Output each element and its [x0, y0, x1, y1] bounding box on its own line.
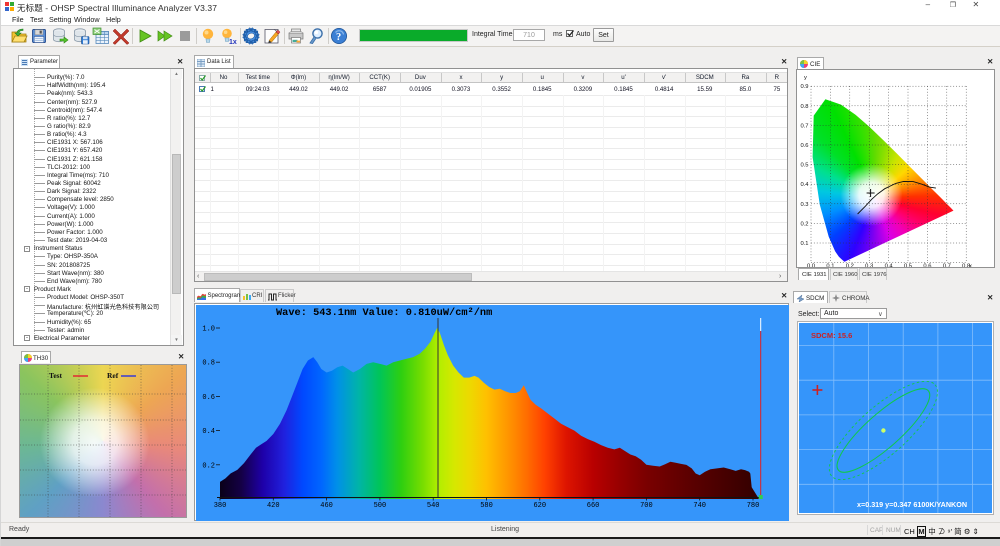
svg-text:0.2: 0.2 [846, 264, 854, 268]
svg-text:0.1: 0.1 [800, 241, 808, 247]
svg-text:0.2: 0.2 [202, 462, 215, 470]
svg-text:0.3: 0.3 [865, 264, 873, 268]
svg-text:700: 700 [640, 502, 653, 510]
svg-text:0.8: 0.8 [202, 360, 215, 368]
svg-text:x=0.319 y=0.347 6100K/YANKON: x=0.319 y=0.347 6100K/YANKON [857, 500, 967, 509]
svg-text:0.6: 0.6 [202, 394, 215, 402]
svg-text:0.3: 0.3 [800, 202, 808, 208]
svg-text:0.7: 0.7 [943, 264, 951, 268]
svg-text:1x: 1x [229, 39, 237, 45]
svg-text:1.0: 1.0 [202, 326, 215, 334]
svg-text:Wave: 543.1nm Value: 0.810uW/c: Wave: 543.1nm Value: 0.810uW/cm²/nm [276, 307, 492, 319]
svg-text:?: ? [336, 32, 341, 43]
svg-text:0.4: 0.4 [202, 428, 215, 436]
svg-text:0.4: 0.4 [885, 264, 894, 268]
svg-text:Ref: Ref [107, 371, 119, 380]
svg-text:740: 740 [693, 502, 706, 510]
svg-text:0.6: 0.6 [800, 143, 808, 149]
svg-text:y: y [804, 75, 807, 81]
svg-text:540: 540 [427, 502, 440, 510]
svg-text:0.2: 0.2 [800, 221, 808, 227]
svg-text:580: 580 [480, 502, 493, 510]
svg-text:0.5: 0.5 [904, 264, 912, 268]
svg-text:660: 660 [587, 502, 600, 510]
svg-text:Test: Test [49, 371, 63, 380]
svg-text:0.4: 0.4 [800, 182, 809, 188]
svg-text:0.0: 0.0 [807, 264, 815, 268]
svg-text:460: 460 [320, 502, 333, 510]
svg-text:0.6: 0.6 [923, 264, 931, 268]
svg-text:x: x [969, 264, 972, 268]
svg-text:0.1: 0.1 [826, 264, 834, 268]
svg-text:620: 620 [533, 502, 546, 510]
svg-text:0.7: 0.7 [800, 123, 808, 129]
svg-text:420: 420 [267, 502, 280, 510]
svg-text:500: 500 [374, 502, 387, 510]
svg-text:380: 380 [214, 502, 227, 510]
svg-text:0.5: 0.5 [800, 163, 808, 169]
svg-text:0.8: 0.8 [800, 104, 808, 110]
svg-text:SDCM: 15.6: SDCM: 15.6 [811, 331, 852, 340]
svg-text:0.9: 0.9 [800, 84, 808, 90]
svg-text:780: 780 [747, 502, 760, 510]
